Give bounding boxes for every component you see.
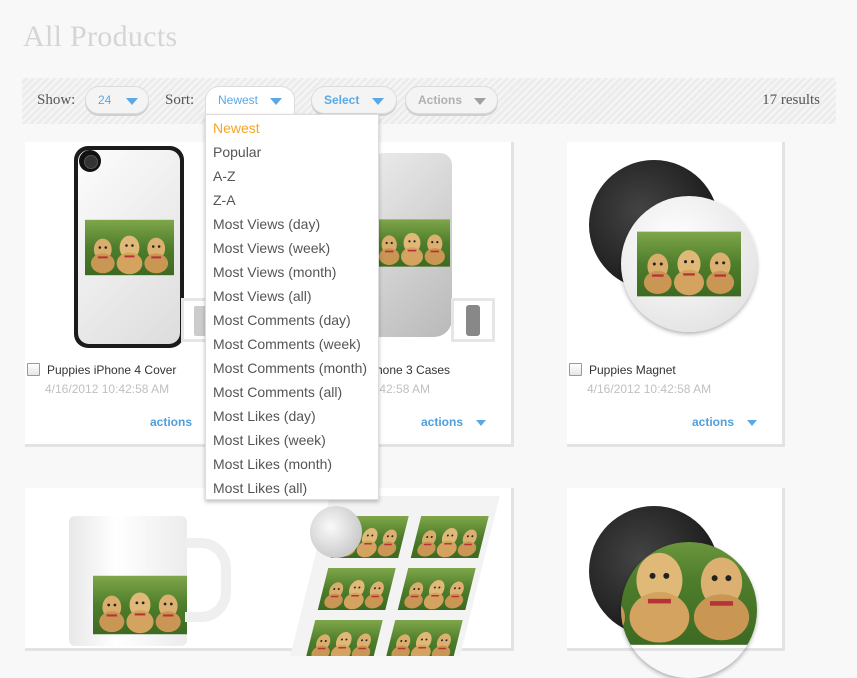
chevron-down-icon[interactable]: [476, 420, 486, 426]
chevron-down-icon: [474, 98, 486, 105]
product-card[interactable]: [25, 488, 243, 651]
chevron-down-icon[interactable]: [747, 420, 757, 426]
sort-option[interactable]: Popular: [213, 144, 261, 160]
sort-option[interactable]: Most Comments (week): [213, 336, 361, 352]
sort-value: Newest: [218, 93, 259, 107]
sort-dropdown-menu: Newest Popular A-Z Z-A Most Views (day) Most …: [205, 114, 379, 500]
show-label: Show:: [37, 92, 76, 108]
chevron-down-icon: [270, 98, 282, 105]
product-thumbnail[interactable]: [451, 298, 495, 342]
sort-option[interactable]: Most Views (day): [213, 216, 320, 232]
checkbox-icon[interactable]: [569, 363, 582, 376]
select-menu[interactable]: Select: [311, 86, 397, 114]
sort-option[interactable]: Most Views (month): [213, 264, 336, 280]
sort-option[interactable]: Most Comments (all): [213, 384, 342, 400]
product-date: :42:58 AM: [376, 382, 431, 396]
sort-select[interactable]: Newest: [205, 86, 295, 114]
product-card[interactable]: Puppies Magnet 4/16/2012 10:42:58 AM act…: [567, 142, 785, 447]
sort-option[interactable]: Most Views (week): [213, 240, 330, 256]
product-title[interactable]: Puppies iPhone 4 Cover: [47, 363, 176, 377]
results-count: 17 results: [762, 92, 820, 108]
chevron-down-icon: [372, 98, 384, 105]
actions-menu[interactable]: Actions: [405, 86, 498, 114]
phone-case-image[interactable]: [74, 146, 184, 348]
select-label: Select: [324, 93, 360, 107]
chevron-down-icon: [126, 98, 138, 105]
product-card[interactable]: [240, 488, 514, 656]
product-title[interactable]: hone 3 Cases: [376, 363, 450, 377]
show-count-select[interactable]: 24: [85, 86, 149, 114]
sort-option[interactable]: A-Z: [213, 168, 236, 184]
sort-option[interactable]: Most Likes (month): [213, 456, 332, 472]
product-date: 4/16/2012 10:42:58 AM: [587, 382, 712, 396]
sort-option[interactable]: Z-A: [213, 192, 236, 208]
product-date: 4/16/2012 10:42:58 AM: [45, 382, 170, 396]
sort-option[interactable]: Most Likes (all): [213, 480, 307, 496]
sort-option[interactable]: Most Comments (month): [213, 360, 367, 376]
page-title: All Products: [23, 20, 178, 53]
sort-option[interactable]: Most Comments (day): [213, 312, 351, 328]
show-count-value: 24: [98, 93, 112, 107]
product-title[interactable]: Puppies Magnet: [589, 363, 676, 377]
actions-label: Actions: [418, 93, 463, 107]
toolbar: Show: 24 Sort: Newest Select Actions 17 …: [22, 78, 836, 124]
product-actions-link[interactable]: actions: [692, 415, 734, 429]
product-card[interactable]: [567, 488, 785, 651]
sort-option[interactable]: Most Likes (day): [213, 408, 316, 424]
product-actions-link[interactable]: actions: [150, 415, 192, 429]
sort-option[interactable]: Newest: [213, 120, 260, 136]
sort-option[interactable]: Most Likes (week): [213, 432, 326, 448]
checkbox-icon[interactable]: [27, 363, 40, 376]
product-actions-link[interactable]: actions: [421, 415, 463, 429]
sort-label: Sort:: [165, 92, 195, 108]
mug-image[interactable]: [69, 516, 187, 646]
sort-option[interactable]: Most Views (all): [213, 288, 312, 304]
